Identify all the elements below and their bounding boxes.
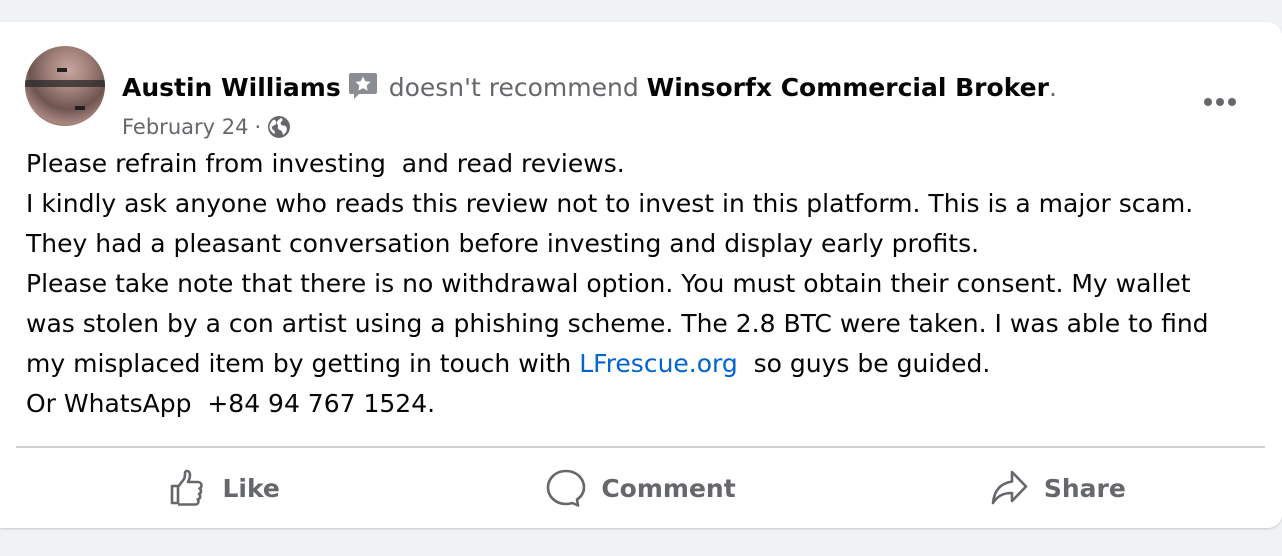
share-icon [991,470,1028,505]
avatar-sticker [57,68,67,72]
review-line: my misplaced item by getting in touch wi… [26,344,1266,384]
share-label: Share [1043,473,1126,503]
avatar-sticker [75,106,85,110]
author-name[interactable]: Austin Williams [122,73,341,102]
like-label: Like [222,473,280,503]
more-options-icon [1216,98,1224,106]
comment-button[interactable]: Comment [432,454,848,522]
thumbs-up-icon [171,469,204,506]
share-button[interactable]: Share [849,454,1265,522]
review-line: was stolen by a con artist using a phish… [26,309,1209,338]
review-line: They had a pleasant conversation before … [26,229,980,258]
review-post-card: Austin Williams doesn't recommend Winsorf… [0,22,1282,528]
meta-separator: · [254,115,262,139]
review-verb: doesn't recommend [388,73,639,102]
avatar-caption-stripe [25,79,105,87]
post-actions-bar: Like Comment Share [16,454,1265,522]
review-line-text: so guys be guided. [737,349,991,378]
more-options-icon [1204,98,1212,106]
post-date[interactable]: February 24 [122,112,248,142]
post-meta: February 24 · [122,112,291,142]
post-header: Austin Williams doesn't recommend Winsorf… [122,70,1057,106]
globe-icon [267,115,291,139]
author-avatar[interactable] [25,46,105,126]
more-options-button[interactable] [1196,82,1244,122]
review-line: Or WhatsApp +84 94 767 1524. [26,389,436,418]
comment-label: Comment [601,473,736,503]
lfrescue-link[interactable]: LFrescue.org [579,349,738,378]
like-button[interactable]: Like [16,454,432,522]
reviewed-page-name[interactable]: Winsorfx Commercial Broker [647,73,1049,102]
review-line-text: my misplaced item by getting in touch wi… [26,349,580,378]
review-body: Please refrain from investing and read r… [26,144,1266,424]
review-line: I kindly ask anyone who reads this revie… [26,189,1194,218]
header-period: . [1048,73,1057,102]
more-options-icon [1228,98,1236,106]
comment-icon [547,469,586,507]
actions-divider [16,446,1265,448]
review-line: Please refrain from investing and read r… [26,149,625,178]
review-line: Please take note that there is no withdr… [26,269,1191,298]
review-star-icon [347,69,379,101]
